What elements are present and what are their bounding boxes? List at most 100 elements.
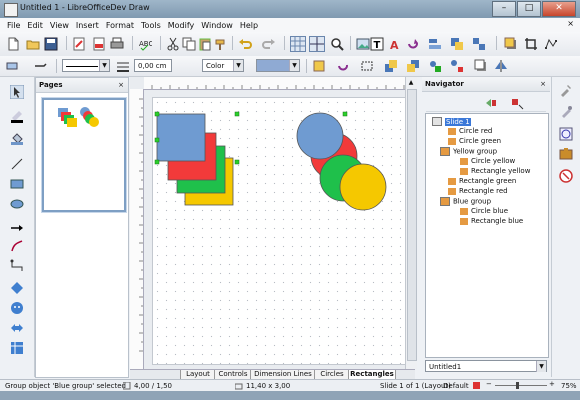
menu-modify[interactable]: Modify: [168, 21, 195, 30]
menu-help[interactable]: Help: [240, 21, 258, 30]
line-icon[interactable]: [34, 59, 48, 73]
transform-icon[interactable]: [360, 59, 374, 73]
tree-item-circle-red[interactable]: Circle red: [448, 127, 492, 135]
menu-format[interactable]: Format: [106, 21, 134, 30]
drawing-canvas[interactable]: [152, 97, 409, 365]
image-icon[interactable]: [356, 37, 370, 51]
navigator-first-icon[interactable]: [484, 96, 498, 110]
select-arrow-icon[interactable]: [10, 85, 24, 99]
close-window-button[interactable]: ✕: [542, 1, 576, 17]
fill-color-icon[interactable]: [10, 131, 24, 145]
sidebar-navigator-icon[interactable]: [559, 127, 573, 141]
zoom-icon[interactable]: [330, 37, 344, 51]
undo-icon[interactable]: [238, 37, 252, 51]
menu-tools[interactable]: Tools: [141, 21, 161, 30]
slide-thumbnail[interactable]: [42, 98, 126, 212]
tree-item-yellow-group[interactable]: Yellow group: [440, 147, 497, 156]
helplines-icon[interactable]: [309, 36, 325, 52]
maximize-button[interactable]: □: [517, 1, 541, 17]
symbol-shapes-icon[interactable]: [10, 301, 24, 315]
new-document-icon[interactable]: [6, 37, 20, 51]
group-icon[interactable]: [428, 59, 442, 73]
vertical-scrollbar[interactable]: ▲: [405, 77, 417, 369]
zoom-in-icon[interactable]: +: [549, 380, 555, 388]
fill-color-select[interactable]: ▼: [256, 59, 300, 72]
cut-icon[interactable]: [166, 37, 180, 51]
close-document-icon[interactable]: ×: [567, 19, 574, 28]
print-icon[interactable]: [110, 37, 124, 51]
arrange-icon[interactable]: [450, 37, 464, 51]
area-style-select[interactable]: Color ▼: [202, 59, 244, 72]
grid-icon[interactable]: [290, 36, 306, 52]
align-icon[interactable]: [428, 37, 442, 51]
line-color-icon[interactable]: [10, 109, 24, 123]
tree-item-slide-1[interactable]: Slide 1: [432, 117, 471, 126]
open-folder-icon[interactable]: [26, 37, 40, 51]
text-box-icon[interactable]: T: [370, 37, 384, 51]
styles-icon[interactable]: [6, 59, 20, 73]
menu-view[interactable]: View: [50, 21, 69, 30]
draw-ellipse-icon[interactable]: [10, 197, 24, 211]
vertical-ruler[interactable]: [130, 89, 144, 369]
connector-icon[interactable]: [10, 259, 24, 273]
menu-window[interactable]: Window: [201, 21, 233, 30]
basic-shapes-icon[interactable]: [10, 281, 24, 295]
export-pdf-icon[interactable]: [92, 37, 106, 51]
tree-item-rectangle-blue[interactable]: Rectangle blue: [460, 217, 523, 225]
shadow-toggle-icon[interactable]: [474, 59, 488, 73]
zoom-slider[interactable]: − +: [486, 380, 556, 389]
scroll-thumb[interactable]: [407, 89, 417, 361]
ungroup-icon[interactable]: [450, 59, 464, 73]
edit-file-icon[interactable]: [72, 37, 86, 51]
tree-item-blue-group[interactable]: Blue group: [440, 197, 491, 206]
rectangle-blue[interactable]: [156, 113, 206, 162]
flowchart-icon[interactable]: [10, 341, 24, 355]
curve-icon[interactable]: [10, 239, 24, 253]
area-icon[interactable]: [312, 59, 326, 73]
draw-line-icon[interactable]: [10, 157, 24, 171]
navigator-document-select[interactable]: Untitled1 ▼: [425, 360, 547, 372]
line-style-select[interactable]: ▼: [62, 59, 110, 72]
copy-icon[interactable]: [182, 37, 196, 51]
tree-item-circle-yellow[interactable]: Circle yellow: [460, 157, 515, 165]
draw-rectangle-icon[interactable]: [10, 177, 24, 191]
minimize-button[interactable]: –: [492, 1, 516, 17]
tree-item-rectangle-green[interactable]: Rectangle green: [448, 177, 516, 185]
circle-yellow[interactable]: [339, 163, 387, 211]
distribute-icon[interactable]: [472, 37, 486, 51]
zoom-out-icon[interactable]: −: [486, 380, 492, 388]
sidebar-settings-icon[interactable]: [559, 105, 573, 119]
front-icon[interactable]: [384, 59, 398, 73]
horizontal-ruler[interactable]: [144, 77, 414, 90]
back-icon[interactable]: [406, 59, 420, 73]
menu-edit[interactable]: Edit: [27, 21, 43, 30]
save-icon[interactable]: [44, 37, 58, 51]
tree-item-rectangle-red[interactable]: Rectangle red: [448, 187, 508, 195]
menu-insert[interactable]: Insert: [76, 21, 99, 30]
tree-item-rectangle-yellow[interactable]: Rectangle yellow: [460, 167, 530, 175]
line-width-field[interactable]: 0,00 cm: [134, 59, 172, 72]
spelling-icon[interactable]: ABC: [138, 37, 152, 51]
tree-item-circle-blue[interactable]: Circle blue: [460, 207, 508, 215]
sidebar-functions-icon[interactable]: [559, 169, 573, 183]
paste-icon[interactable]: [198, 37, 212, 51]
sidebar-gallery-icon[interactable]: [559, 147, 573, 161]
tree-item-circle-green[interactable]: Circle green: [448, 137, 501, 145]
status-zoom[interactable]: 75%: [561, 382, 577, 390]
crop-icon[interactable]: [524, 37, 538, 51]
clone-formatting-icon[interactable]: [214, 37, 228, 51]
rotate-icon[interactable]: [406, 37, 420, 51]
zoom-slider-thumb[interactable]: [516, 382, 519, 389]
navigator-drag-mode-icon[interactable]: [510, 96, 524, 110]
navigator-close-icon[interactable]: ×: [540, 77, 546, 91]
fontwork-icon[interactable]: A: [388, 37, 402, 51]
flip-icon[interactable]: [494, 59, 508, 73]
sidebar-properties-icon[interactable]: [559, 83, 573, 97]
shadow-icon[interactable]: [504, 37, 518, 51]
points-icon[interactable]: [544, 37, 558, 51]
menu-file[interactable]: File: [7, 21, 20, 30]
scroll-up-icon[interactable]: ▲: [407, 79, 415, 87]
circle-blue[interactable]: [296, 112, 344, 160]
lines-arrows-icon[interactable]: [10, 221, 24, 235]
redo-icon[interactable]: [262, 37, 276, 51]
